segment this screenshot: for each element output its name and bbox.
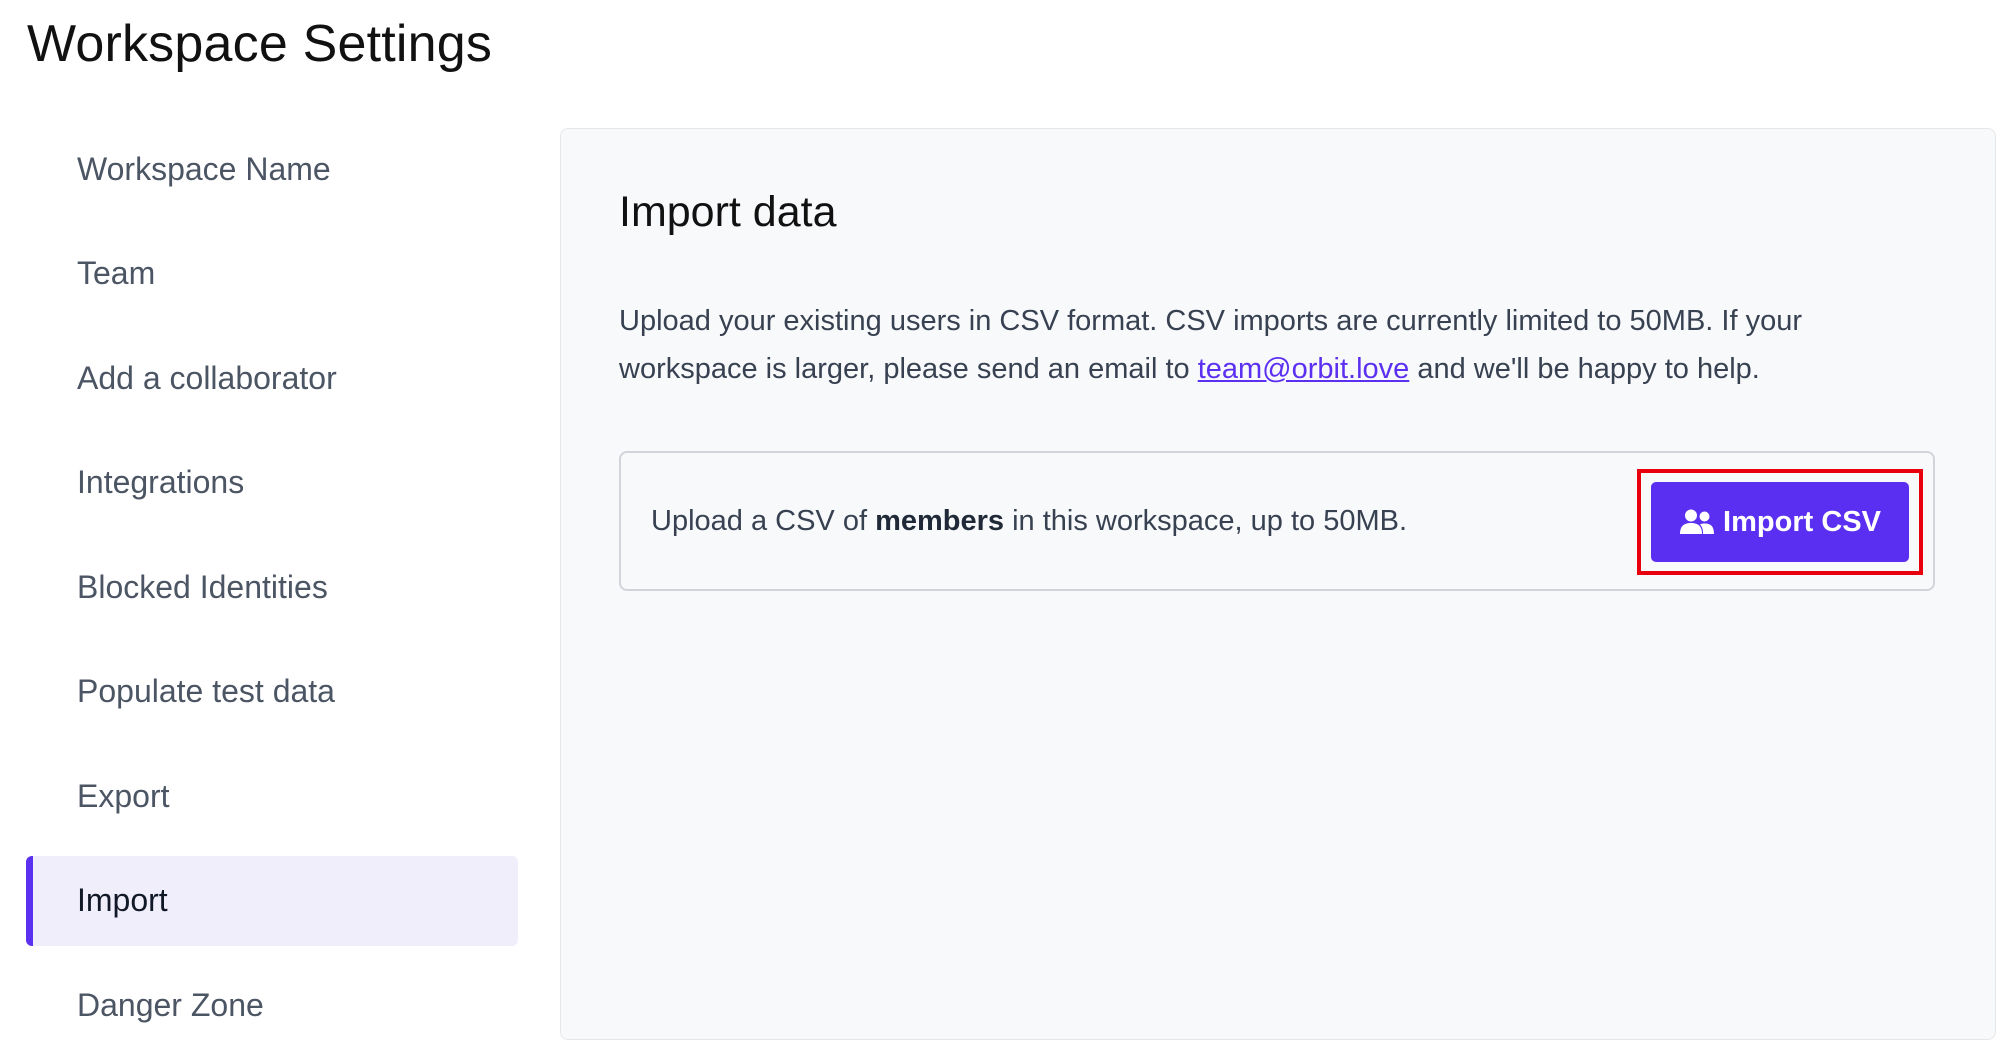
csv-upload-box: Upload a CSV of members in this workspac…: [619, 451, 1935, 591]
settings-page: Workspace Settings Workspace Name Team A…: [0, 0, 2008, 1064]
sidebar-item-label: Workspace Name: [77, 150, 331, 187]
sidebar-item-danger-zone[interactable]: Danger Zone: [26, 960, 518, 1050]
page-title: Workspace Settings: [27, 15, 493, 73]
sidebar-item-add-collaborator[interactable]: Add a collaborator: [26, 333, 518, 423]
import-csv-button[interactable]: Import CSV: [1651, 482, 1909, 562]
sidebar-item-populate-test-data[interactable]: Populate test data: [26, 647, 518, 737]
sidebar-item-label: Integrations: [77, 464, 245, 500]
upload-text-suffix: in this workspace, up to 50MB.: [1004, 505, 1408, 537]
support-email-link[interactable]: team@orbit.love: [1198, 353, 1410, 385]
description-text-end: and we'll be happy to help.: [1409, 353, 1760, 385]
panel-title: Import data: [619, 188, 837, 236]
upload-text-members: members: [875, 505, 1005, 537]
sidebar-item-label: Add a collaborator: [77, 359, 337, 396]
users-icon: [1679, 508, 1715, 536]
import-panel: Import data Upload your existing users i…: [560, 128, 1996, 1040]
sidebar-item-blocked-identities[interactable]: Blocked Identities: [26, 542, 518, 632]
sidebar-item-label: Populate test data: [77, 673, 335, 709]
panel-description: Upload your existing users in CSV format…: [619, 297, 1939, 393]
sidebar-item-label: Team: [77, 255, 156, 291]
sidebar-item-export[interactable]: Export: [26, 751, 518, 841]
settings-sidebar: Workspace Name Team Add a collaborator I…: [26, 124, 518, 1064]
sidebar-item-integrations[interactable]: Integrations: [26, 438, 518, 528]
sidebar-item-label: Blocked Identities: [77, 568, 328, 605]
sidebar-item-team[interactable]: Team: [26, 229, 518, 319]
sidebar-item-label: Danger Zone: [77, 986, 264, 1023]
sidebar-item-workspace-name[interactable]: Workspace Name: [26, 124, 518, 214]
sidebar-item-import[interactable]: Import: [26, 855, 518, 946]
upload-instructions: Upload a CSV of members in this workspac…: [651, 501, 1407, 541]
sidebar-item-label: Export: [77, 777, 170, 814]
import-csv-label: Import CSV: [1723, 505, 1881, 538]
sidebar-item-label: Import: [77, 882, 168, 918]
upload-text-prefix: Upload a CSV of: [651, 505, 876, 537]
